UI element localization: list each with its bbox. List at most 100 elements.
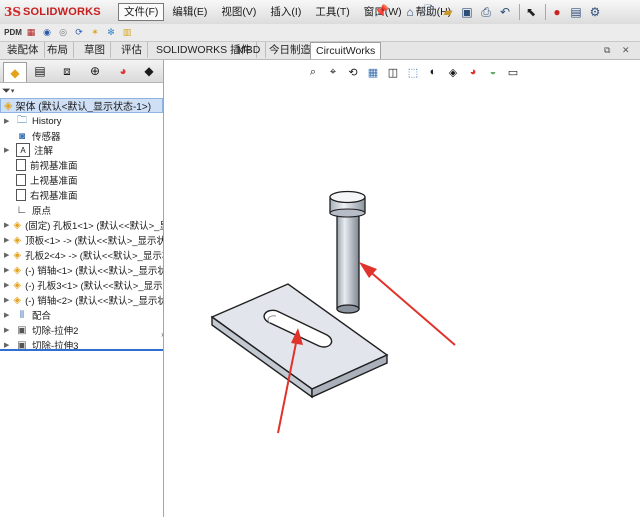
tree-node-annotations[interactable]: ▶ A 注解 <box>0 143 163 157</box>
feature-manager-panel: ◆ ▤ ⧈ ⊕ ◕ ◆ ⏷ ▾ ◈ 架体 (默认<默认_显示状态-1>) ▶ 🗀… <box>0 60 164 517</box>
display-manager-tab-icon[interactable]: ◕ <box>112 62 134 80</box>
part-icon: ◈ <box>13 264 22 276</box>
quick-access-toolbar: ⌂ 🗋 ▰ ▣ ⎙ ↶ ⬉ ● ▤ ⚙ <box>402 2 606 22</box>
menu-view[interactable]: 视图(V) <box>215 3 262 21</box>
print-icon[interactable]: ⎙ <box>478 4 494 20</box>
window-close-icon[interactable]: ✕ <box>622 45 630 56</box>
expand-arrow-icon[interactable]: ▶ <box>4 251 9 259</box>
expand-arrow-icon[interactable]: ▶ <box>4 341 12 349</box>
rebuild-traffic-light-icon[interactable]: ● <box>549 4 565 20</box>
tree-node-top-plane[interactable]: 上视基准面 <box>0 173 163 187</box>
solidworks-logo[interactable]: 3S SOLIDWORKS <box>4 4 101 20</box>
expand-arrow-icon[interactable]: ▶ <box>4 326 12 334</box>
save-icon[interactable]: ▣ <box>459 4 475 20</box>
feature-tree-tab-icon[interactable]: ◆ <box>3 62 27 82</box>
tree-node-label: (-) 销轴<2> (默认<<默认>_显示状 <box>25 296 163 307</box>
check-out-icon[interactable]: ◎ <box>56 26 70 39</box>
menu-file[interactable]: 文件(F) <box>118 3 165 21</box>
tab-sketch[interactable]: 草图 <box>79 42 111 58</box>
tree-node-mates[interactable]: ▶ ⫴ 配合 <box>0 308 163 323</box>
pdm-toolbar: PDM ▦ ◉ ◎ ⟳ ✶ ✻ ▥ <box>0 24 640 42</box>
tree-node-label: 注解 <box>34 146 54 157</box>
expand-arrow-icon[interactable]: ▶ <box>4 311 12 319</box>
check-in-icon[interactable]: ◉ <box>40 26 54 39</box>
expand-arrow-icon[interactable]: ▶ <box>4 236 9 244</box>
sensor-icon: ◙ <box>18 130 26 142</box>
pdf-icon[interactable]: ▦ <box>24 26 38 39</box>
expand-arrow-icon[interactable]: ▶ <box>4 221 9 229</box>
pin-menu-icon[interactable]: 📌 <box>374 4 389 19</box>
options-gear-icon[interactable]: ⚙ <box>587 4 603 20</box>
toolbar-separator <box>519 4 520 20</box>
command-manager-tabs: 装配体 布局 草图 评估 SOLIDWORKS 插件 MBD 今日制造 Circ… <box>0 42 640 60</box>
expand-arrow-icon[interactable]: ▶ <box>4 281 9 289</box>
custom-tab-icon[interactable]: ◆ <box>138 62 160 80</box>
assembly-icon: ◈ <box>4 100 13 112</box>
tree-node-right-plane[interactable]: 右视基准面 <box>0 188 163 202</box>
tree-node-origin[interactable]: ∟ 原点 <box>0 203 163 217</box>
tree-node-component[interactable]: ▶ ◈ (-) 孔板3<1> (默认<<默认>_显示( <box>0 278 163 293</box>
part-icon: ◈ <box>13 234 22 246</box>
menu-tools[interactable]: 工具(T) <box>309 3 355 21</box>
refresh-icon[interactable]: ⟳ <box>72 26 86 39</box>
rename-icon[interactable]: ▥ <box>120 26 134 39</box>
annotation-icon: A <box>16 143 30 157</box>
select-arrow-icon[interactable]: ⬉ <box>523 4 539 20</box>
part-icon: ◈ <box>13 219 22 231</box>
file-properties-icon[interactable]: ▤ <box>568 4 584 20</box>
tab-mbd[interactable]: MBD <box>232 42 267 58</box>
tree-node-component[interactable]: ▶ ◈ (-) 销轴<1> (默认<<默认>_显示状 <box>0 263 163 278</box>
expand-arrow-icon[interactable]: ▶ <box>4 117 12 125</box>
pdm-button[interactable]: PDM <box>4 26 22 39</box>
graphics-area[interactable]: ⌕ ⌖ ⟲ ▦ ◫ ⬚ ◐ ◈ ◕ ◒ ▭ <box>164 60 640 517</box>
rollback-bar[interactable] <box>0 349 163 351</box>
brand-name: SOLIDWORKS <box>23 6 101 18</box>
tree-node-label: 上视基准面 <box>30 176 78 187</box>
origin-icon: ∟ <box>16 204 28 216</box>
filter-dropdown-icon: ▾ <box>10 88 15 95</box>
tree-node-cut-extrude[interactable]: ▶ ▣ 切除-拉伸2 <box>0 323 163 338</box>
tree-node-label: 顶板<1> -> (默认<<默认>_显示状 <box>25 236 163 247</box>
configuration-manager-tab-icon[interactable]: ⧈ <box>56 62 78 80</box>
dimxpert-tab-icon[interactable]: ⊕ <box>84 62 106 80</box>
expand-arrow-icon[interactable]: ▶ <box>4 296 9 304</box>
tree-node-component[interactable]: ▶ ◈ 顶板<1> -> (默认<<默认>_显示状 <box>0 233 163 248</box>
tree-node-label: (-) 销轴<1> (默认<<默认>_显示状 <box>25 266 163 277</box>
tree-node-label: 原点 <box>32 206 52 217</box>
tree-node-component[interactable]: ▶ ◈ 孔板2<4> -> (默认<<默认>_显示状 <box>0 248 163 263</box>
annotation-arrow-pin <box>359 262 456 346</box>
tree-node-label: 切除-拉伸2 <box>32 326 79 337</box>
history-icon: 🗀 <box>17 114 27 126</box>
tree-filter[interactable]: ⏷ ▾ <box>2 84 14 98</box>
tree-node-label: 传感器 <box>32 132 61 143</box>
expand-arrow-icon[interactable]: ▶ <box>4 146 12 154</box>
home-icon[interactable]: ⌂ <box>402 4 418 20</box>
tree-node-component[interactable]: ▶ ◈ (固定) 孔板1<1> (默认<<默认>_显 <box>0 218 163 233</box>
star-icon[interactable]: ✶ <box>88 26 102 39</box>
tree-node-label: 前视基准面 <box>30 161 78 172</box>
tree-node-sensors[interactable]: ◙ 传感器 <box>0 129 163 144</box>
tree-node-component[interactable]: ▶ ◈ (-) 销轴<2> (默认<<默认>_显示状 <box>0 293 163 308</box>
menu-edit[interactable]: 编辑(E) <box>166 3 213 21</box>
pin-shaft[interactable] <box>329 190 366 314</box>
tab-layout[interactable]: 布局 <box>42 42 74 58</box>
settings-snowflake-icon[interactable]: ✻ <box>104 26 118 39</box>
tree-node-label: (固定) 孔板1<1> (默认<<默认>_显 <box>25 221 163 232</box>
window-restore-icon[interactable]: ⧉ <box>604 45 610 56</box>
tree-node-history[interactable]: ▶ 🗀 History <box>0 114 163 128</box>
title-menu-bar: 3S SOLIDWORKS 文件(F) 编辑(E) 视图(V) 插入(I) 工具… <box>0 0 640 25</box>
plane-icon <box>16 189 26 201</box>
undo-icon[interactable]: ↶ <box>497 4 513 20</box>
new-document-icon[interactable]: 🗋 <box>421 4 437 20</box>
property-manager-tab-icon[interactable]: ▤ <box>29 62 51 80</box>
expand-arrow-icon[interactable]: ▶ <box>4 266 9 274</box>
tab-evaluate[interactable]: 评估 <box>116 42 148 58</box>
tab-assembly[interactable]: 装配体 <box>2 42 45 58</box>
tab-circuitworks[interactable]: CircuitWorks <box>310 42 382 59</box>
tree-node-front-plane[interactable]: 前视基准面 <box>0 158 163 172</box>
open-folder-icon[interactable]: ▰ <box>440 4 456 20</box>
menu-insert[interactable]: 插入(I) <box>264 3 307 21</box>
part-icon: ◈ <box>13 249 22 261</box>
tree-root-assembly[interactable]: ◈ 架体 (默认<默认_显示状态-1>) <box>0 98 163 113</box>
toolbar-separator <box>545 4 546 20</box>
